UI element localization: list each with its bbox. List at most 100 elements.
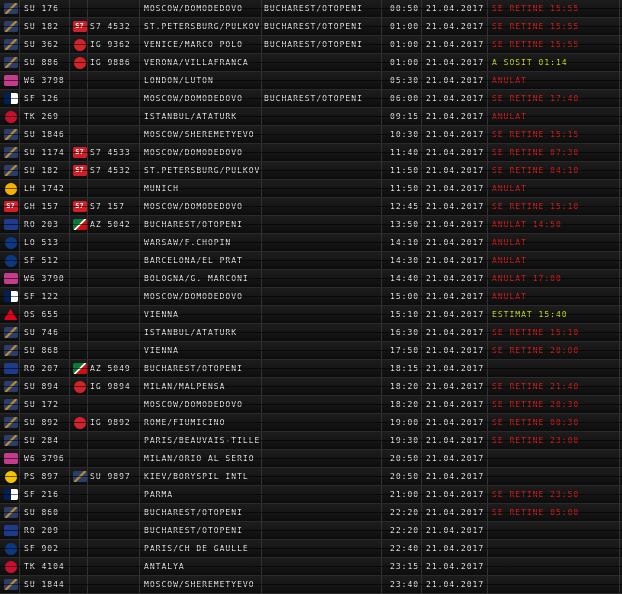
scheduled-time: 15:00 bbox=[386, 288, 422, 305]
flight-row[interactable]: S7 GH 157 S7 S7 157 MOSCOW/DOMODEDOVO 12… bbox=[0, 198, 622, 216]
codeshare-logo-cell bbox=[72, 54, 88, 71]
flight-status: ANULAT bbox=[488, 288, 620, 305]
flight-status: SE RETINE 05:00 bbox=[488, 504, 620, 521]
flight-row[interactable]: SU 176 MOSCOW/DOMODEDOVO BUCHAREST/OTOPE… bbox=[0, 0, 622, 18]
flight-row[interactable]: RO 203 AZ 5042 BUCHAREST/OTOPENI 13:50 2… bbox=[0, 216, 622, 234]
airline-logo-cell bbox=[2, 324, 20, 341]
flight-date: 21.04.2017 bbox=[422, 234, 488, 251]
codeshare-logo-cell bbox=[72, 216, 88, 233]
flight-row[interactable]: SU 172 MOSCOW/DOMODEDOVO 18:20 21.04.201… bbox=[0, 396, 622, 414]
flight-date: 21.04.2017 bbox=[422, 486, 488, 503]
flight-date: 21.04.2017 bbox=[422, 252, 488, 269]
scheduled-time: 19:30 bbox=[386, 432, 422, 449]
flight-row[interactable]: SU 1844 MOSCOW/SHEREMETYEVO 23:40 21.04.… bbox=[0, 576, 622, 594]
flight-row[interactable]: SU 182 S7 S7 4532 ST.PETERSBURG/PULKOV B… bbox=[0, 18, 622, 36]
flight-row[interactable]: SF 216 PARMA 21:00 21.04.2017 SE RETINE … bbox=[0, 486, 622, 504]
flight-row[interactable]: W6 3796 MILAN/ORIO AL SERIO 20:50 21.04.… bbox=[0, 450, 622, 468]
via-airport bbox=[262, 180, 382, 197]
flight-date: 21.04.2017 bbox=[422, 0, 488, 17]
flight-date: 21.04.2017 bbox=[422, 378, 488, 395]
flight-number: SF 216 bbox=[22, 486, 70, 503]
codeshare-number bbox=[88, 540, 140, 557]
flight-row[interactable]: SU 868 VIENNA 17:50 21.04.2017 SE RETINE… bbox=[0, 342, 622, 360]
flight-row[interactable]: SF 512 BARCELONA/EL PRAT 14:30 21.04.201… bbox=[0, 252, 622, 270]
via-airport bbox=[262, 504, 382, 521]
scheduled-time: 22:20 bbox=[386, 504, 422, 521]
flight-row[interactable]: PS 897 SU 9897 KIEV/BORYSPIL INTL 20:50 … bbox=[0, 468, 622, 486]
origin-airport: BUCHAREST/OTOPENI bbox=[142, 216, 262, 233]
codeshare-logo-cell bbox=[72, 72, 88, 89]
origin-airport: ROME/FIUMICINO bbox=[142, 414, 262, 431]
origin-airport: MOSCOW/SHEREMETYEVO bbox=[142, 576, 262, 593]
flight-row[interactable]: TK 269 ISTANBUL/ATATURK 09:15 21.04.2017… bbox=[0, 108, 622, 126]
flight-row[interactable]: OS 655 VIENNA 15:10 21.04.2017 ESTIMAT 1… bbox=[0, 306, 622, 324]
flight-row[interactable]: SF 126 MOSCOW/DOMODEDOVO BUCHAREST/OTOPE… bbox=[0, 90, 622, 108]
origin-airport: PARMA bbox=[142, 486, 262, 503]
codeshare-number bbox=[88, 504, 140, 521]
flight-row[interactable]: W6 3790 BOLOGNA/G. MARCONI 14:40 21.04.2… bbox=[0, 270, 622, 288]
origin-airport: MOSCOW/DOMODEDOVO bbox=[142, 0, 262, 17]
codeshare-logo-cell bbox=[72, 126, 88, 143]
via-airport bbox=[262, 216, 382, 233]
via-airport bbox=[262, 522, 382, 539]
flight-row[interactable]: LH 1742 MUNICH 11:50 21.04.2017 ANULAT bbox=[0, 180, 622, 198]
flight-row[interactable]: SU 182 S7 S7 4532 ST.PETERSBURG/PULKOV 1… bbox=[0, 162, 622, 180]
scheduled-time: 23:15 bbox=[386, 558, 422, 575]
flight-row[interactable]: RO 209 BUCHAREST/OTOPENI 22:20 21.04.201… bbox=[0, 522, 622, 540]
flight-row[interactable]: SU 1174 S7 S7 4533 MOSCOW/DOMODEDOVO 11:… bbox=[0, 144, 622, 162]
scheduled-time: 10:30 bbox=[386, 126, 422, 143]
origin-airport: MOSCOW/DOMODEDOVO bbox=[142, 144, 262, 161]
airline-logo-cell bbox=[2, 18, 20, 35]
origin-airport: PARIS/BEAUVAIS-TILLE bbox=[142, 432, 262, 449]
codeshare-number bbox=[88, 306, 140, 323]
flight-status: ANULAT 14:50 bbox=[488, 216, 620, 233]
aeroflot-logo-icon bbox=[3, 21, 18, 32]
flight-row[interactable]: SU 886 IG 9886 VERONA/VILLAFRANCA 01:00 … bbox=[0, 54, 622, 72]
flight-row[interactable]: SU 1846 MOSCOW/SHEREMETYEVO 10:30 21.04.… bbox=[0, 126, 622, 144]
origin-airport: BUCHAREST/OTOPENI bbox=[142, 522, 262, 539]
flight-number: SU 886 bbox=[22, 54, 70, 71]
origin-airport: ST.PETERSBURG/PULKOV bbox=[142, 162, 262, 179]
codeshare-logo-cell: S7 bbox=[72, 144, 88, 161]
flight-row[interactable]: SU 892 IG 9892 ROME/FIUMICINO 19:00 21.0… bbox=[0, 414, 622, 432]
airline-logo-cell bbox=[2, 558, 20, 575]
flight-row[interactable]: SU 860 BUCHAREST/OTOPENI 22:20 21.04.201… bbox=[0, 504, 622, 522]
flight-status bbox=[488, 540, 620, 557]
flight-status: SE RETINE 15:10 bbox=[488, 324, 620, 341]
flight-date: 21.04.2017 bbox=[422, 180, 488, 197]
via-airport bbox=[262, 306, 382, 323]
origin-airport: BOLOGNA/G. MARCONI bbox=[142, 270, 262, 287]
flight-status: SE RETINE 07:30 bbox=[488, 144, 620, 161]
codeshare-logo-cell: S7 bbox=[72, 198, 88, 215]
airline-logo-cell bbox=[2, 270, 20, 287]
flight-date: 21.04.2017 bbox=[422, 306, 488, 323]
flight-row[interactable]: W6 3798 LONDON/LUTON 05:30 21.04.2017 AN… bbox=[0, 72, 622, 90]
via-airport bbox=[262, 360, 382, 377]
scheduled-time: 09:15 bbox=[386, 108, 422, 125]
flight-row[interactable]: RO 207 AZ 5049 BUCHAREST/OTOPENI 18:15 2… bbox=[0, 360, 622, 378]
flight-row[interactable]: TK 4104 ANTALYA 23:15 21.04.2017 bbox=[0, 558, 622, 576]
flight-row[interactable]: SU 362 IG 9362 VENICE/MARCO POLO BUCHARE… bbox=[0, 36, 622, 54]
flight-row[interactable]: SF 902 PARIS/CH DE GAULLE 22:40 21.04.20… bbox=[0, 540, 622, 558]
origin-airport: PARIS/CH DE GAULLE bbox=[142, 540, 262, 557]
flight-row[interactable]: SF 122 MOSCOW/DOMODEDOVO 15:00 21.04.201… bbox=[0, 288, 622, 306]
flight-number: W6 3798 bbox=[22, 72, 70, 89]
flight-row[interactable]: SU 894 IG 9894 MILAN/MALPENSA 18:20 21.0… bbox=[0, 378, 622, 396]
flight-row[interactable]: SU 284 PARIS/BEAUVAIS-TILLE 19:30 21.04.… bbox=[0, 432, 622, 450]
scheduled-time: 15:10 bbox=[386, 306, 422, 323]
scheduled-time: 20:50 bbox=[386, 468, 422, 485]
origin-airport: VENICE/MARCO POLO bbox=[142, 36, 262, 53]
flight-date: 21.04.2017 bbox=[422, 108, 488, 125]
airline-logo-cell bbox=[2, 54, 20, 71]
flight-row[interactable]: SU 746 ISTANBUL/ATATURK 16:30 21.04.2017… bbox=[0, 324, 622, 342]
flight-date: 21.04.2017 bbox=[422, 504, 488, 521]
flight-row[interactable]: LO 513 WARSAW/F.CHOPIN 14:10 21.04.2017 … bbox=[0, 234, 622, 252]
flight-status bbox=[488, 522, 620, 539]
codeshare-number: IG 9362 bbox=[88, 36, 140, 53]
flight-number: SU 868 bbox=[22, 342, 70, 359]
scheduled-time: 11:50 bbox=[386, 180, 422, 197]
flight-number: SU 1846 bbox=[22, 126, 70, 143]
codeshare-logo-cell bbox=[72, 306, 88, 323]
tarom-logo-icon bbox=[3, 363, 18, 374]
scheduled-time: 00:50 bbox=[386, 0, 422, 17]
